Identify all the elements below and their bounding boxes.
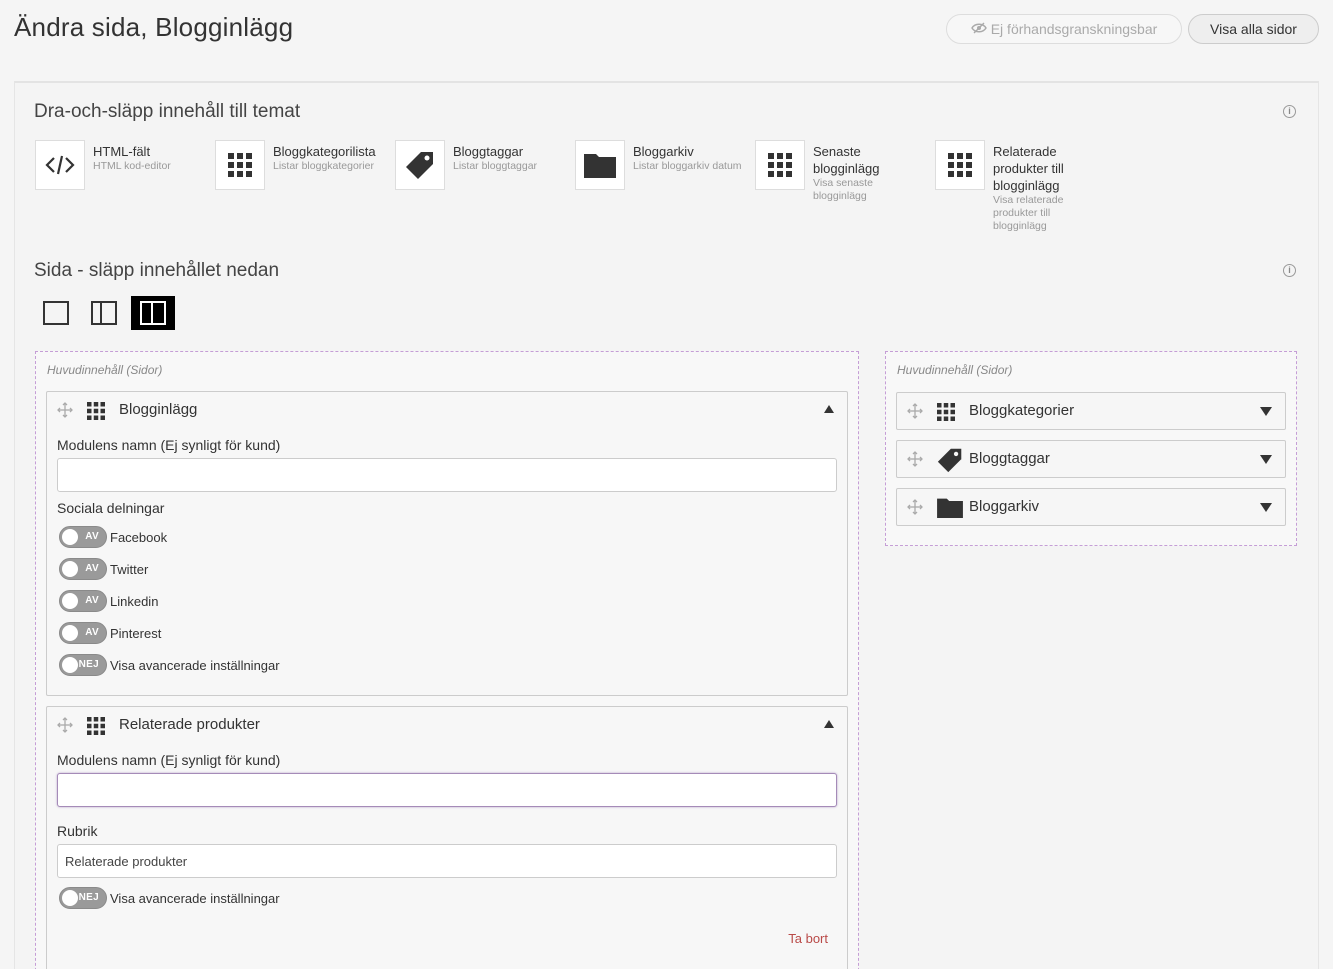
- toggle-label: Visa avancerade inställningar: [110, 890, 280, 906]
- toggle-linkedin[interactable]: AV Linkedin: [59, 590, 158, 612]
- rubrik-label: Rubrik: [57, 823, 98, 839]
- palette-item-desc: Listar bloggarkiv datum: [633, 160, 742, 172]
- palette-item-name: Bloggtaggar: [453, 144, 524, 159]
- expand-icon[interactable]: [1260, 503, 1272, 512]
- toggle-label: Pinterest: [110, 625, 162, 641]
- side-module-blog-categories[interactable]: Bloggkategorier: [896, 392, 1286, 430]
- toggle-label: Linkedin: [110, 593, 159, 609]
- info-icon[interactable]: i: [1283, 105, 1296, 118]
- palette-item-name: Bloggarkiv: [633, 144, 694, 159]
- collapse-icon[interactable]: [824, 720, 834, 728]
- toggle-label: Visa avancerade inställningar: [110, 657, 280, 673]
- not-previewable-label: Ej förhandsgranskningsbar: [990, 21, 1158, 37]
- module-related-products: Relaterade produkter Modulens namn (Ej s…: [46, 706, 848, 969]
- sidebar-left-icon: [91, 301, 117, 325]
- palette-item-related-products[interactable]: Relaterade produkter till blogginlägg Vi…: [935, 140, 1110, 240]
- dropzone-label: Huvudinnehåll (Sidor): [47, 363, 163, 377]
- palette-item-name: Senaste blogginlägg: [813, 144, 880, 176]
- tag-icon: [395, 140, 445, 190]
- single-column-icon: [43, 301, 69, 325]
- toggle-pinterest[interactable]: AV Pinterest: [59, 622, 161, 644]
- collapse-icon[interactable]: [824, 405, 834, 413]
- toggle-advanced-settings[interactable]: NEJ Visa avancerade inställningar: [59, 654, 280, 676]
- social-shares-label: Sociala delningar: [57, 500, 165, 516]
- module-header[interactable]: Blogginlägg: [47, 392, 847, 428]
- palette-item-html[interactable]: HTML-fält HTML kod-editor: [35, 140, 210, 240]
- two-column-icon: [140, 301, 166, 325]
- toggle-switch[interactable]: AV: [59, 622, 107, 644]
- not-previewable-button[interactable]: Ej förhandsgranskningsbar: [946, 14, 1182, 44]
- palette-item-latest-posts[interactable]: Senaste blogginlägg Visa senaste bloggin…: [755, 140, 930, 240]
- palette-item-desc: Visa senaste blogginlägg: [813, 177, 873, 202]
- side-module-blog-tags[interactable]: Bloggtaggar: [896, 440, 1286, 478]
- side-dropzone[interactable]: Huvudinnehåll (Sidor) Bloggkategorier Bl…: [885, 351, 1297, 546]
- palette-item-blog-category-list[interactable]: Bloggkategorilista Listar bloggkategorie…: [215, 140, 390, 240]
- toggle-switch[interactable]: AV: [59, 558, 107, 580]
- eye-slash-icon: [970, 21, 987, 37]
- module-blog-post: Blogginlägg Modulens namn (Ej synligt fö…: [46, 391, 848, 696]
- module-title: Bloggtaggar: [969, 450, 1050, 467]
- folder-icon: [937, 497, 963, 519]
- side-module-blog-archive[interactable]: Bloggarkiv: [896, 488, 1286, 526]
- code-icon: [35, 140, 85, 190]
- module-title: Relaterade produkter: [119, 716, 260, 733]
- move-icon[interactable]: [907, 451, 923, 467]
- move-icon[interactable]: [57, 402, 73, 418]
- layout-two-column-button[interactable]: [131, 296, 175, 330]
- toggle-advanced-settings[interactable]: NEJ Visa avancerade inställningar: [59, 887, 280, 909]
- palette-item-desc: HTML kod-editor: [93, 160, 171, 172]
- toggle-twitter[interactable]: AV Twitter: [59, 558, 148, 580]
- grid-icon: [755, 140, 805, 190]
- grid-icon: [87, 402, 105, 420]
- palette-title: Dra-och-släpp innehåll till temat: [34, 101, 301, 122]
- tag-icon: [937, 447, 963, 473]
- palette-item-desc: Listar bloggkategorier: [273, 160, 374, 172]
- palette-item-name: Bloggkategorilista: [273, 144, 376, 159]
- palette-item-blog-tags[interactable]: Bloggtaggar Listar bloggtaggar: [395, 140, 570, 240]
- toggle-facebook[interactable]: AV Facebook: [59, 526, 167, 548]
- grid-icon: [935, 140, 985, 190]
- module-name-input[interactable]: [57, 773, 837, 807]
- toggle-switch[interactable]: AV: [59, 526, 107, 548]
- layout-single-column-button[interactable]: [35, 296, 77, 330]
- toggle-switch[interactable]: NEJ: [59, 887, 107, 909]
- move-icon[interactable]: [907, 403, 923, 419]
- module-name-label: Modulens namn (Ej synligt för kund): [57, 437, 281, 453]
- rubrik-input[interactable]: [57, 844, 837, 878]
- palette-item-desc: Visa relaterade produkter till blogginlä…: [993, 194, 1064, 232]
- dropzone-label: Huvudinnehåll (Sidor): [897, 363, 1013, 377]
- grid-icon: [87, 717, 105, 735]
- page-title: Ändra sida, Blogginlägg: [14, 12, 294, 42]
- expand-icon[interactable]: [1260, 407, 1272, 416]
- move-icon[interactable]: [57, 717, 73, 733]
- delete-link[interactable]: Ta bort: [788, 931, 828, 946]
- palette-item-name: Relaterade produkter till blogginlägg: [993, 144, 1064, 193]
- module-name-label: Modulens namn (Ej synligt för kund): [57, 752, 281, 768]
- toggle-switch[interactable]: NEJ: [59, 654, 107, 676]
- toggle-switch[interactable]: AV: [59, 590, 107, 612]
- view-all-pages-button[interactable]: Visa alla sidor: [1188, 14, 1319, 44]
- module-title: Bloggarkiv: [969, 498, 1040, 515]
- info-icon[interactable]: i: [1283, 264, 1296, 277]
- layout-sidebar-left-button[interactable]: [83, 296, 125, 330]
- toggle-label: Facebook: [110, 529, 168, 545]
- grid-icon: [937, 403, 955, 421]
- module-name-input[interactable]: [57, 458, 837, 492]
- palette-item-name: HTML-fält: [93, 144, 151, 159]
- palette-item-blog-archive[interactable]: Bloggarkiv Listar bloggarkiv datum: [575, 140, 750, 240]
- move-icon[interactable]: [907, 499, 923, 515]
- folder-icon: [575, 140, 625, 190]
- page-section-title: Sida - släpp innehållet nedan: [34, 260, 280, 281]
- palette-item-desc: Listar bloggtaggar: [453, 160, 538, 172]
- toggle-label: Twitter: [110, 561, 149, 577]
- module-title: Bloggkategorier: [969, 402, 1075, 419]
- module-title: Blogginlägg: [119, 401, 198, 418]
- grid-icon: [215, 140, 265, 190]
- expand-icon[interactable]: [1260, 455, 1272, 464]
- module-header[interactable]: Relaterade produkter: [47, 707, 847, 743]
